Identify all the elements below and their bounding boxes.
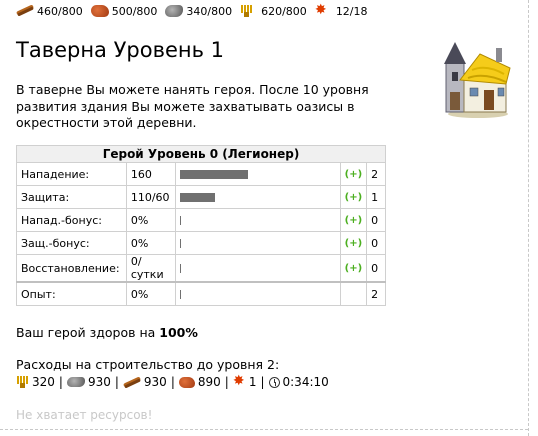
cost-clay-value: 890	[197, 375, 221, 389]
stat-bar	[174, 281, 341, 306]
cost-time-value: 0:34:10	[282, 375, 329, 389]
stat-bar-fill	[179, 193, 215, 202]
stat-value: 0%	[125, 281, 176, 306]
upgrade-cost-line: 320 | 930 | 930 | 890 | 1 | 0:34:10	[16, 373, 329, 389]
stat-label: Восстановление:	[16, 254, 127, 283]
cost-crop-value: 320	[32, 375, 55, 389]
clock-icon	[268, 376, 280, 388]
page-title: Таверна Уровень 1	[16, 38, 225, 62]
separator: |	[114, 375, 119, 389]
add-point-button[interactable]: (+)	[339, 185, 368, 209]
cost-iron-value: 930	[87, 375, 111, 389]
resource-clay: 500/800	[90, 4, 158, 18]
stat-points: 2	[366, 281, 386, 306]
crop-icon	[16, 376, 29, 388]
stat-points: 2	[366, 162, 386, 186]
resource-iron-value: 340/800	[186, 4, 233, 18]
clay-icon	[178, 376, 195, 388]
building-description: В таверне Вы можете нанять героя. После …	[16, 82, 369, 130]
table-row: Опыт: 0% 2	[16, 281, 386, 306]
stat-points: 0	[366, 208, 386, 232]
tavern-building-image	[444, 42, 511, 118]
clay-icon	[90, 5, 109, 17]
stat-bar-fill	[179, 239, 181, 248]
resource-clay-value: 500/800	[111, 4, 158, 18]
separator: |	[58, 375, 63, 389]
stat-bar	[174, 208, 341, 232]
cost-time: 0:34:10	[268, 375, 329, 389]
stat-value: 0%	[125, 231, 176, 255]
wood-icon	[16, 5, 34, 17]
upgrade-cost-title: Расходы на строительство до уровня 2:	[16, 357, 280, 372]
stat-value: 0/сутки	[125, 254, 176, 283]
hero-table-header: Герой Уровень 0 (Легионер)	[16, 145, 386, 163]
stat-bar-fill	[179, 170, 248, 179]
stat-bar	[174, 231, 341, 255]
stat-value: 0%	[125, 208, 176, 232]
cost-iron: 930	[66, 375, 111, 389]
resource-consumption-value: 12/18	[335, 4, 368, 18]
resource-iron: 340/800	[165, 5, 232, 18]
stat-value: 160	[125, 162, 176, 186]
resource-bar: 460/800 500/800 340/800 620/800 12/18	[16, 2, 376, 19]
stat-points: 1	[366, 185, 386, 209]
iron-icon	[165, 5, 184, 17]
table-row: Нападение: 160 (+) 2	[16, 162, 386, 186]
separator: |	[260, 375, 265, 389]
stat-bar	[174, 254, 341, 283]
stat-points: 0	[366, 254, 386, 283]
cost-consumption-value: 1	[248, 375, 257, 389]
iron-icon	[66, 377, 85, 387]
table-row: Напад.-бонус: 0% (+) 0	[16, 208, 386, 232]
add-point-button[interactable]: (+)	[339, 254, 368, 283]
stat-value: 110/60	[125, 185, 176, 209]
cost-clay: 890	[178, 375, 221, 389]
stat-label: Опыт:	[16, 281, 127, 306]
cost-consumption: 1	[233, 373, 257, 389]
insufficient-resources-warning: Не хватает ресурсов!	[16, 408, 153, 422]
consumption-icon	[233, 373, 246, 389]
add-point-button[interactable]: (+)	[339, 231, 368, 255]
table-row: Защита: 110/60 (+) 1	[16, 185, 386, 209]
stat-bar-fill	[179, 264, 181, 273]
hero-health-text: Ваш герой здоров на 100%	[16, 325, 198, 340]
stat-label: Нападение:	[16, 162, 127, 186]
consumption-icon	[315, 2, 333, 18]
cost-wood-value: 930	[143, 375, 167, 389]
table-row: Восстановление: 0/сутки (+) 0	[16, 254, 386, 283]
empty-cell	[339, 281, 368, 306]
health-prefix: Ваш герой здоров на	[16, 325, 160, 340]
crop-icon	[240, 5, 258, 17]
table-row: Защ.-бонус: 0% (+) 0	[16, 231, 386, 255]
stat-points: 0	[366, 231, 386, 255]
wood-icon	[123, 377, 141, 387]
health-value: 100%	[159, 325, 198, 340]
hero-stats-table: Герой Уровень 0 (Легионер) Нападение: 16…	[16, 145, 386, 306]
cost-wood: 930	[123, 375, 167, 389]
frame-border-bottom	[0, 429, 528, 430]
separator: |	[170, 375, 175, 389]
stat-bar	[174, 185, 341, 209]
stat-bar-fill	[179, 216, 181, 225]
resource-crop-value: 620/800	[261, 4, 307, 18]
stat-label: Защита:	[16, 185, 127, 209]
add-point-button[interactable]: (+)	[339, 162, 368, 186]
stat-bar	[174, 162, 341, 186]
separator: |	[224, 375, 229, 389]
stat-bar-fill	[179, 290, 181, 299]
stat-label: Защ.-бонус:	[16, 231, 127, 255]
resource-wood: 460/800	[16, 5, 83, 18]
resource-wood-value: 460/800	[37, 4, 83, 18]
resource-crop: 620/800	[240, 5, 307, 18]
frame-border-right	[528, 0, 529, 436]
resource-consumption: 12/18	[315, 2, 368, 18]
add-point-button[interactable]: (+)	[339, 208, 368, 232]
cost-crop: 320	[16, 375, 55, 389]
stat-label: Напад.-бонус:	[16, 208, 127, 232]
